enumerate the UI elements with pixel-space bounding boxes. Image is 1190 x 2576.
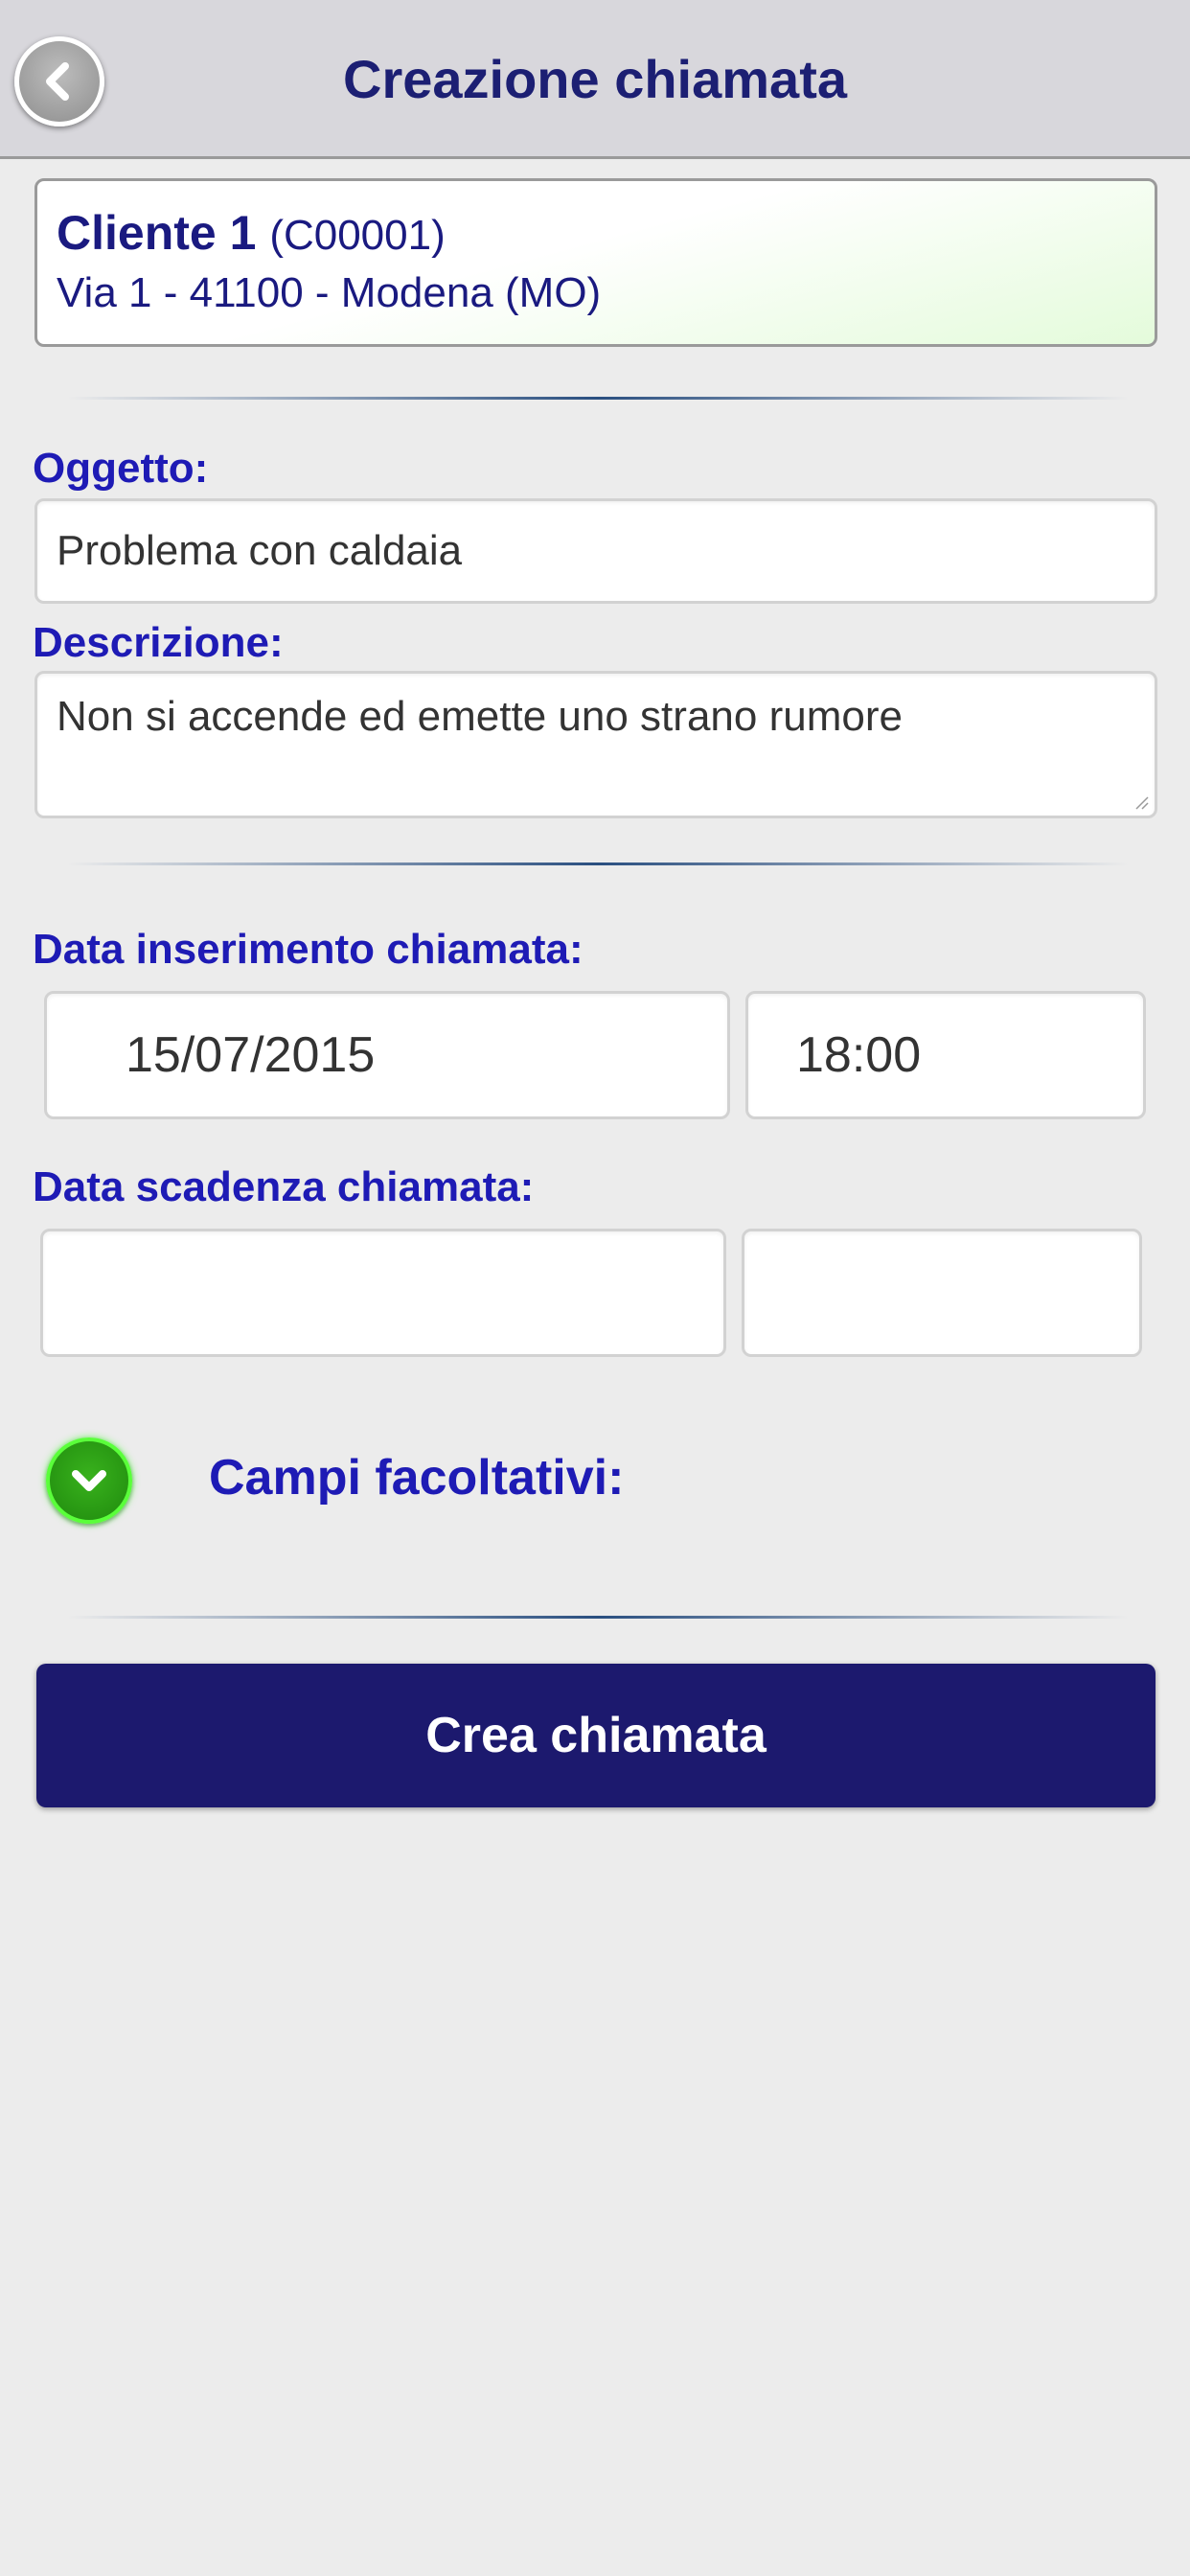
client-address: Via 1 - 41100 - Modena (MO) bbox=[57, 269, 602, 316]
optional-fields-toggle[interactable] bbox=[46, 1438, 132, 1524]
create-call-button[interactable]: Crea chiamata bbox=[36, 1664, 1156, 1807]
insert-date-label: Data inserimento chiamata: bbox=[33, 926, 584, 973]
client-name: Cliente 1 bbox=[57, 206, 257, 260]
insert-date-input[interactable]: 15/07/2015 bbox=[44, 991, 730, 1119]
description-text: Non si accende ed emette uno strano rumo… bbox=[57, 693, 903, 740]
chevron-down-icon bbox=[72, 1470, 106, 1491]
divider bbox=[67, 1616, 1129, 1619]
due-date-label: Data scadenza chiamata: bbox=[33, 1163, 535, 1210]
client-card[interactable]: Cliente 1 (C00001) Via 1 - 41100 - Moden… bbox=[34, 178, 1157, 347]
optional-fields-label[interactable]: Campi facoltativi: bbox=[209, 1449, 624, 1506]
divider bbox=[67, 397, 1129, 400]
header-bar: Creazione chiamata bbox=[0, 0, 1190, 159]
due-date-input[interactable] bbox=[40, 1229, 726, 1357]
divider bbox=[67, 862, 1129, 865]
resize-handle-icon[interactable] bbox=[1133, 794, 1149, 810]
description-label: Descrizione: bbox=[33, 619, 284, 666]
insert-time-input[interactable]: 18:00 bbox=[745, 991, 1146, 1119]
subject-input[interactable]: Problema con caldaia bbox=[34, 498, 1157, 604]
description-textarea[interactable]: Non si accende ed emette uno strano rumo… bbox=[34, 671, 1157, 818]
client-code: (C00001) bbox=[269, 212, 446, 259]
page-title: Creazione chiamata bbox=[343, 49, 847, 109]
subject-label: Oggetto: bbox=[33, 445, 209, 492]
due-time-input[interactable] bbox=[742, 1229, 1142, 1357]
